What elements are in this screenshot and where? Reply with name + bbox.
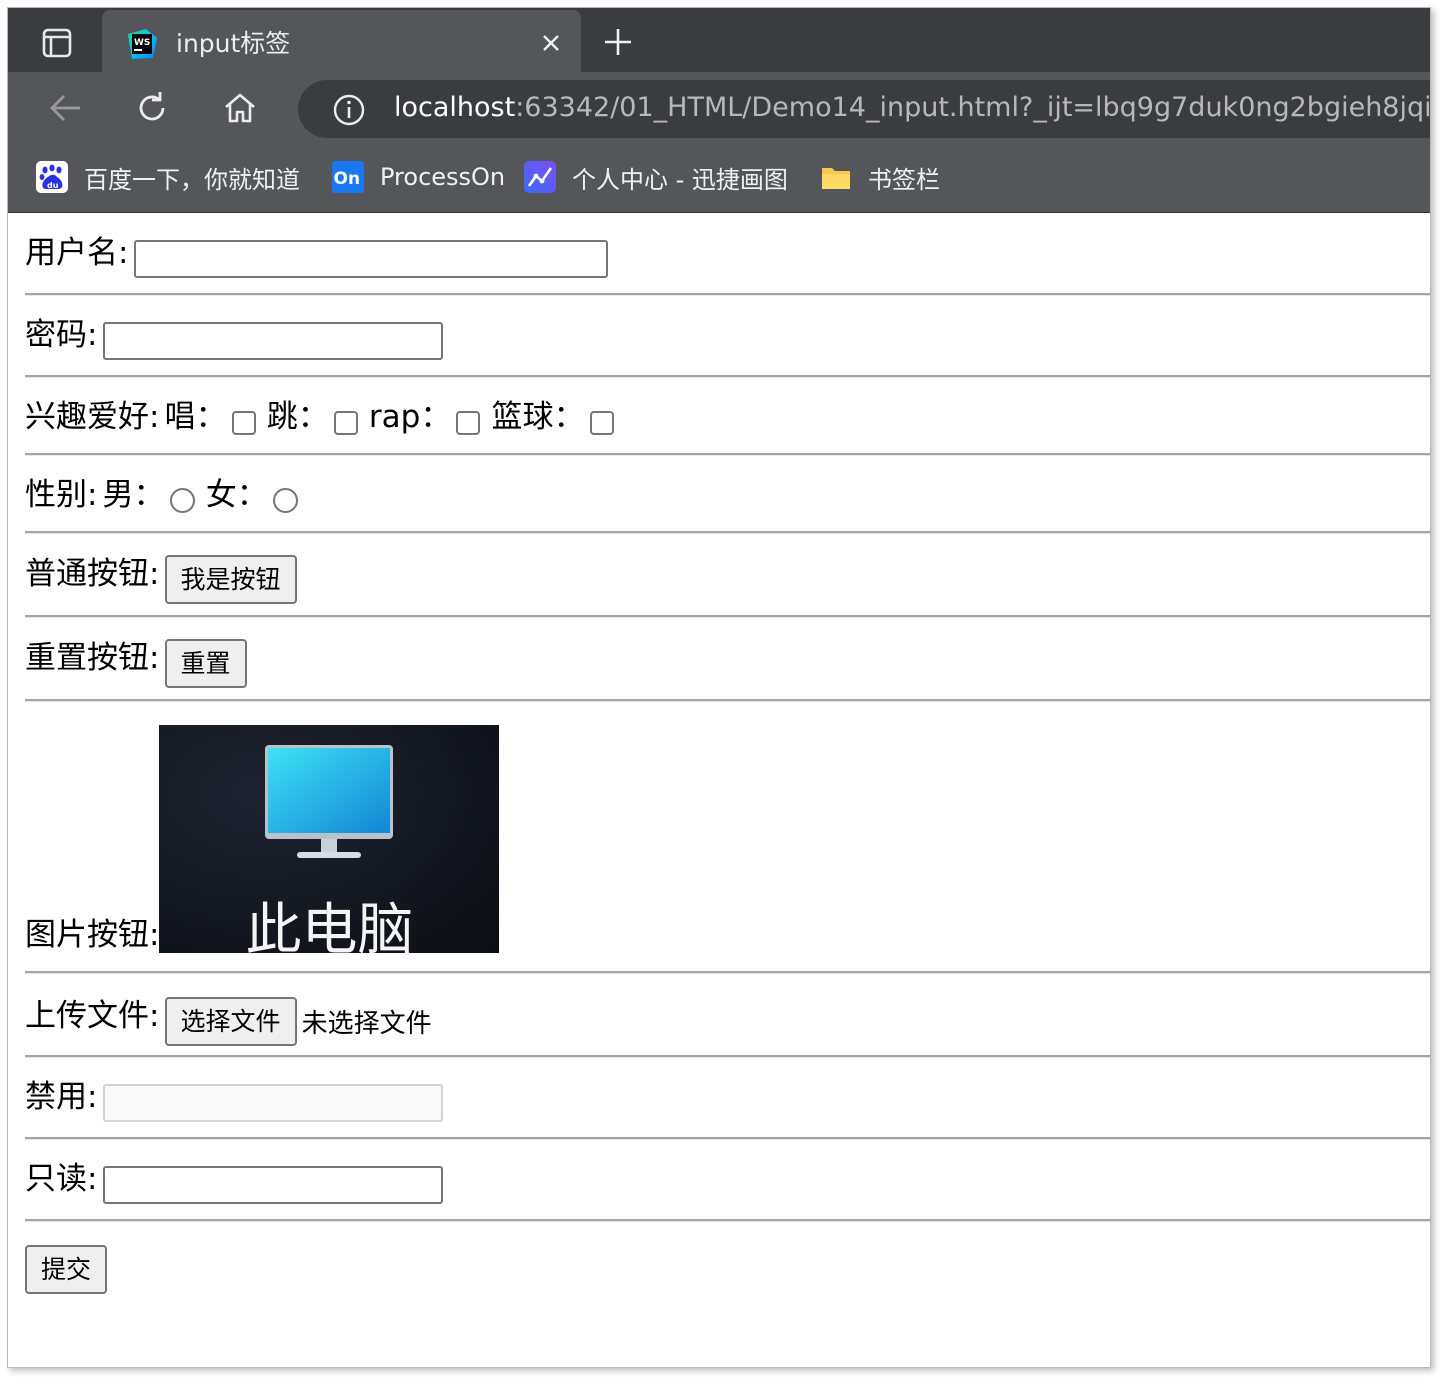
hobby-basketball-label: 篮球： bbox=[491, 399, 585, 435]
username-row: 用户名: bbox=[25, 235, 608, 278]
divider bbox=[25, 453, 1430, 456]
bookmarks-bar: du 百度一下，你就知道 On ProcessOn 个人中心 - 迅捷画图 书签… bbox=[8, 142, 1430, 213]
divider bbox=[25, 615, 1430, 618]
reset-button-row: 重置按钮: 重置 bbox=[25, 639, 247, 688]
hobby-dance-checkbox[interactable] bbox=[333, 410, 358, 435]
hobby-rap-checkbox[interactable] bbox=[456, 410, 481, 435]
disabled-label: 禁用: bbox=[25, 1079, 98, 1115]
file-status-text: 未选择文件 bbox=[301, 1009, 432, 1039]
bookmark-xunjie[interactable]: 个人中心 - 迅捷画图 bbox=[524, 160, 788, 194]
folder-icon bbox=[822, 168, 850, 189]
hobby-dance-label: 跳： bbox=[266, 399, 329, 435]
gender-label: 性别: bbox=[25, 477, 98, 513]
svg-text:WS: WS bbox=[134, 38, 150, 48]
gender-male-label: 男： bbox=[102, 477, 165, 513]
webstorm-icon: WS bbox=[128, 29, 157, 59]
bookmark-label: 百度一下，你就知道 bbox=[84, 165, 300, 194]
file-upload-label: 上传文件: bbox=[25, 998, 160, 1034]
readonly-row: 只读: bbox=[25, 1161, 443, 1204]
hobby-sing-label: 唱： bbox=[164, 399, 227, 435]
divider bbox=[25, 293, 1430, 296]
submit-button[interactable]: 提交 bbox=[25, 1245, 108, 1294]
hobby-basketball-checkbox[interactable] bbox=[589, 410, 614, 435]
url-text[interactable]: localhost:63342/01_HTML/Demo14_input.htm… bbox=[394, 92, 1431, 123]
normal-button-row: 普通按钮: 我是按钮 bbox=[25, 555, 297, 604]
tab-actions-button[interactable] bbox=[26, 24, 86, 64]
close-icon[interactable] bbox=[540, 32, 562, 54]
readonly-input[interactable] bbox=[102, 1165, 443, 1204]
bookmark-label: ProcessOn bbox=[380, 163, 506, 191]
divider bbox=[25, 1137, 1430, 1140]
bookmark-processon[interactable]: On ProcessOn bbox=[332, 160, 505, 194]
hobbies-row: 兴趣爱好: 唱： 跳： rap： 篮球： bbox=[25, 399, 614, 435]
disabled-row: 禁用: bbox=[25, 1079, 443, 1122]
xunjie-icon bbox=[524, 161, 556, 193]
active-tab[interactable]: WS input标签 bbox=[102, 10, 581, 72]
tab-bar: WS input标签 bbox=[8, 8, 1430, 72]
divider bbox=[25, 375, 1430, 378]
divider bbox=[25, 531, 1430, 534]
submit-row: 提交 bbox=[25, 1245, 108, 1294]
gender-female-label: 女： bbox=[205, 477, 268, 513]
refresh-icon[interactable] bbox=[132, 88, 172, 128]
svg-text:du: du bbox=[47, 181, 59, 190]
gender-female-radio[interactable] bbox=[272, 488, 298, 513]
navigation-toolbar: localhost:63342/01_HTML/Demo14_input.htm… bbox=[8, 72, 1430, 142]
image-button-label: 图片按钮: bbox=[25, 917, 160, 953]
normal-button-label: 普通按钮: bbox=[25, 556, 160, 592]
bookmark-label: 书签栏 bbox=[868, 165, 940, 194]
new-tab-icon[interactable] bbox=[602, 26, 634, 58]
baidu-icon: du bbox=[36, 161, 68, 193]
choose-file-button[interactable]: 选择文件 bbox=[164, 997, 297, 1046]
divider bbox=[25, 699, 1430, 702]
tab-actions-icon bbox=[42, 28, 72, 58]
image-button-row: 图片按钮: 此电脑 bbox=[25, 725, 500, 963]
hobby-sing-checkbox[interactable] bbox=[231, 410, 256, 435]
divider bbox=[25, 1055, 1430, 1058]
password-row: 密码: bbox=[25, 317, 443, 360]
normal-button[interactable]: 我是按钮 bbox=[164, 555, 297, 604]
monitor-icon bbox=[265, 745, 394, 858]
divider bbox=[25, 971, 1430, 974]
bookmark-label: 个人中心 - 迅捷画图 bbox=[572, 165, 788, 194]
url-host: localhost bbox=[394, 92, 516, 123]
reset-button-label: 重置按钮: bbox=[25, 640, 160, 676]
bookmark-folder[interactable]: 书签栏 bbox=[820, 160, 940, 194]
image-submit-button[interactable]: 此电脑 bbox=[159, 725, 500, 963]
readonly-label: 只读: bbox=[25, 1161, 98, 1197]
username-input[interactable] bbox=[133, 239, 608, 278]
tab-title: input标签 bbox=[176, 29, 291, 58]
password-label: 密码: bbox=[25, 317, 98, 353]
url-path: :63342/01_HTML/Demo14_input.html?_ijt=lb… bbox=[515, 92, 1431, 123]
page-content: 用户名: 密码: 兴趣爱好: 唱： 跳： rap： 篮球： 性别: 男： 女： bbox=[8, 213, 1430, 1367]
bookmark-baidu[interactable]: du 百度一下，你就知道 bbox=[36, 160, 300, 194]
password-input[interactable] bbox=[102, 321, 443, 360]
hobby-rap-label: rap： bbox=[368, 399, 452, 435]
gender-male-radio[interactable] bbox=[169, 488, 195, 513]
info-icon[interactable] bbox=[332, 93, 366, 127]
processon-icon: On bbox=[332, 161, 364, 193]
file-upload-row: 上传文件: 选择文件 未选择文件 bbox=[25, 997, 432, 1046]
hobbies-label: 兴趣爱好: bbox=[25, 399, 160, 435]
back-icon[interactable] bbox=[46, 88, 86, 128]
address-bar[interactable]: localhost:63342/01_HTML/Demo14_input.htm… bbox=[298, 80, 1431, 138]
reset-button[interactable]: 重置 bbox=[164, 639, 247, 688]
username-label: 用户名: bbox=[25, 235, 129, 271]
disabled-input bbox=[102, 1083, 443, 1122]
browser-window: WS input标签 localhost:63342/01_HTML/Demo1… bbox=[7, 7, 1431, 1368]
gender-row: 性别: 男： 女： bbox=[25, 477, 298, 513]
svg-text:On: On bbox=[334, 169, 361, 189]
divider bbox=[25, 1219, 1430, 1222]
home-icon[interactable] bbox=[220, 88, 260, 128]
image-caption: 此电脑 bbox=[245, 898, 414, 963]
